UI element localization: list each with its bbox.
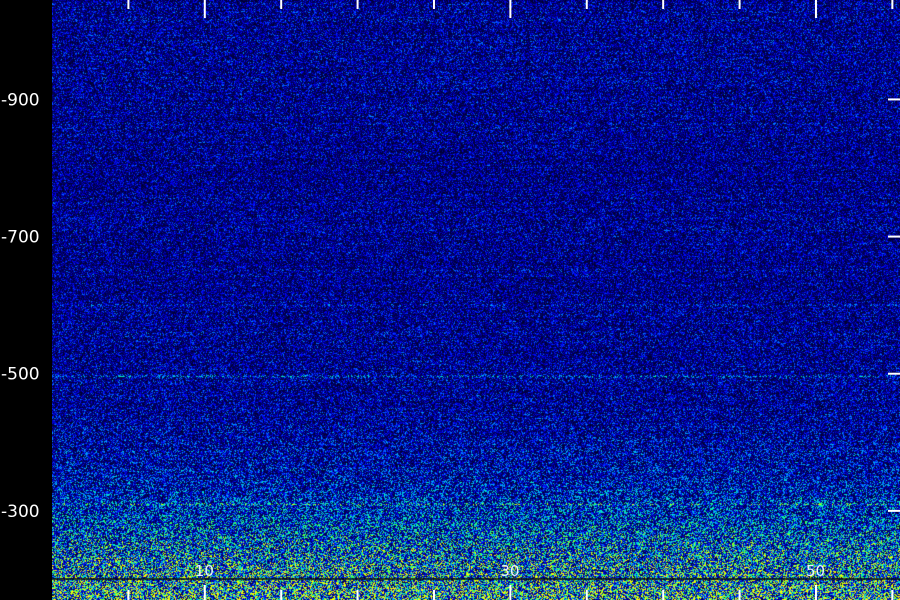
y-axis: -900 -700 -500 -300 <box>1 90 40 521</box>
axes-overlay: -900 -700 -500 -300 10 30 50 <box>1 0 900 600</box>
spectrogram-chart: -900 -700 -500 -300 10 30 50 <box>0 0 900 600</box>
y-tick-label: -900 <box>1 90 40 110</box>
x-tick-label: 50 <box>806 562 825 580</box>
x-tick-label: 10 <box>195 562 214 580</box>
x-axis-bottom: 10 30 50 <box>127 562 894 600</box>
y-tick-label: -700 <box>1 228 40 248</box>
y-tick-label: -500 <box>1 365 40 385</box>
y-axis-right <box>888 98 900 512</box>
x-axis-top <box>127 0 894 18</box>
y-tick-label: -300 <box>1 502 40 522</box>
x-tick-label: 30 <box>500 562 519 580</box>
